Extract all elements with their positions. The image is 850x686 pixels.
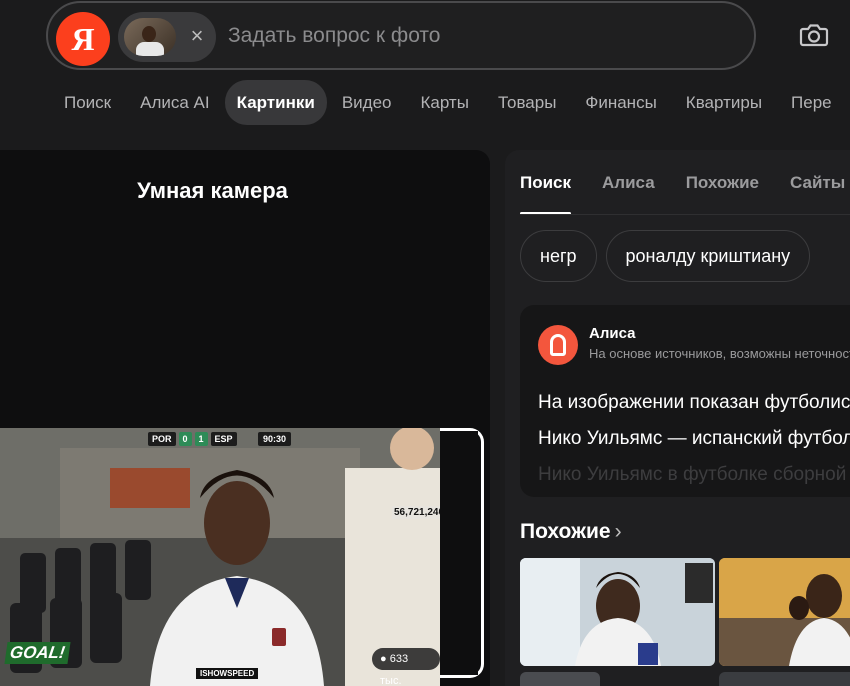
nav-item-video[interactable]: Видео bbox=[328, 80, 406, 125]
match-timer: 90:30 bbox=[258, 432, 292, 446]
nav-item-products[interactable]: Товары bbox=[484, 80, 570, 125]
query-chip[interactable]: роналду криштиану bbox=[605, 230, 811, 282]
header: Я × Поиск Алиса AI Картинки Видео Карты … bbox=[0, 0, 850, 150]
similar-image[interactable] bbox=[719, 672, 850, 686]
nav-item-finance[interactable]: Финансы bbox=[571, 80, 670, 125]
camera-icon[interactable] bbox=[796, 17, 832, 53]
nav-item-images[interactable]: Картинки bbox=[224, 80, 327, 125]
close-icon[interactable]: × bbox=[186, 22, 208, 50]
photo-thumbnail bbox=[124, 18, 176, 56]
search-bar[interactable]: Я × bbox=[46, 1, 756, 70]
tab-search[interactable]: Поиск bbox=[520, 170, 572, 215]
chevron-right-icon: › bbox=[614, 520, 622, 543]
similar-title: Похожие bbox=[520, 520, 611, 543]
donation-counter: 56,721,240 bbox=[392, 506, 440, 519]
similar-heading[interactable]: Похожие › bbox=[520, 520, 622, 544]
tab-sites[interactable]: Сайты bbox=[790, 170, 845, 215]
team2-score: 1 bbox=[194, 432, 208, 446]
streamer-label: ISHOWSPEED bbox=[196, 668, 259, 679]
goal-overlay: GOAL! bbox=[4, 642, 71, 664]
team1-score: 0 bbox=[178, 432, 192, 446]
smart-camera-panel: Умная камера POR 0 1 ESP 90:30 56,721,24… bbox=[0, 150, 490, 686]
alice-line: Нико Уильямс — испанский футбол bbox=[538, 428, 850, 449]
nav-item-apartments[interactable]: Квартиры bbox=[672, 80, 776, 125]
alice-line: На изображении показан футболист bbox=[538, 392, 850, 413]
alice-answer-card[interactable]: Алиса На основе источников, возможны нет… bbox=[520, 305, 850, 497]
query-chips: негр роналду криштиану bbox=[520, 230, 811, 282]
nav-item-search[interactable]: Поиск bbox=[50, 80, 125, 125]
panel-title: Умная камера bbox=[137, 178, 288, 203]
crop-inner bbox=[440, 431, 478, 675]
alice-answer-text: На изображении показан футболист Нико Уи… bbox=[538, 385, 850, 493]
alice-subtitle: На основе источников, возможны неточност… bbox=[589, 346, 850, 361]
scoreboard: POR 0 1 ESP bbox=[148, 432, 237, 446]
alice-line: Нико Уильямс в футболке сборной bbox=[538, 464, 847, 485]
viewers-icon: ● bbox=[380, 653, 390, 665]
query-chip[interactable]: негр bbox=[520, 230, 597, 282]
similar-image[interactable] bbox=[719, 558, 850, 666]
tab-similar[interactable]: Похожие bbox=[686, 170, 759, 215]
search-input[interactable] bbox=[228, 19, 728, 53]
viewers-badge: ● 633 тыс. bbox=[372, 648, 440, 686]
team2-label: ESP bbox=[210, 432, 237, 446]
alice-name: Алиса bbox=[589, 325, 636, 342]
service-nav: Поиск Алиса AI Картинки Видео Карты Това… bbox=[50, 80, 847, 125]
team1-label: POR bbox=[148, 432, 176, 446]
nav-item-more[interactable]: Пере bbox=[777, 80, 846, 125]
nav-item-maps[interactable]: Карты bbox=[406, 80, 482, 125]
similar-image[interactable] bbox=[520, 672, 600, 686]
results-panel: Поиск Алиса Похожие Сайты негр роналду к… bbox=[505, 150, 850, 686]
tab-alice[interactable]: Алиса bbox=[602, 170, 655, 215]
alice-logo bbox=[538, 325, 578, 365]
nav-item-alice-ai[interactable]: Алиса AI bbox=[126, 80, 224, 125]
tabs-divider bbox=[520, 214, 850, 215]
results-tabs: Поиск Алиса Похожие Сайты bbox=[520, 170, 850, 215]
photo-chip[interactable]: × bbox=[118, 12, 216, 62]
yandex-logo[interactable]: Я bbox=[56, 12, 110, 66]
similar-image[interactable] bbox=[520, 558, 715, 666]
uploaded-photo[interactable]: POR 0 1 ESP 90:30 56,721,240 GOAL! ISHOW… bbox=[0, 428, 440, 686]
